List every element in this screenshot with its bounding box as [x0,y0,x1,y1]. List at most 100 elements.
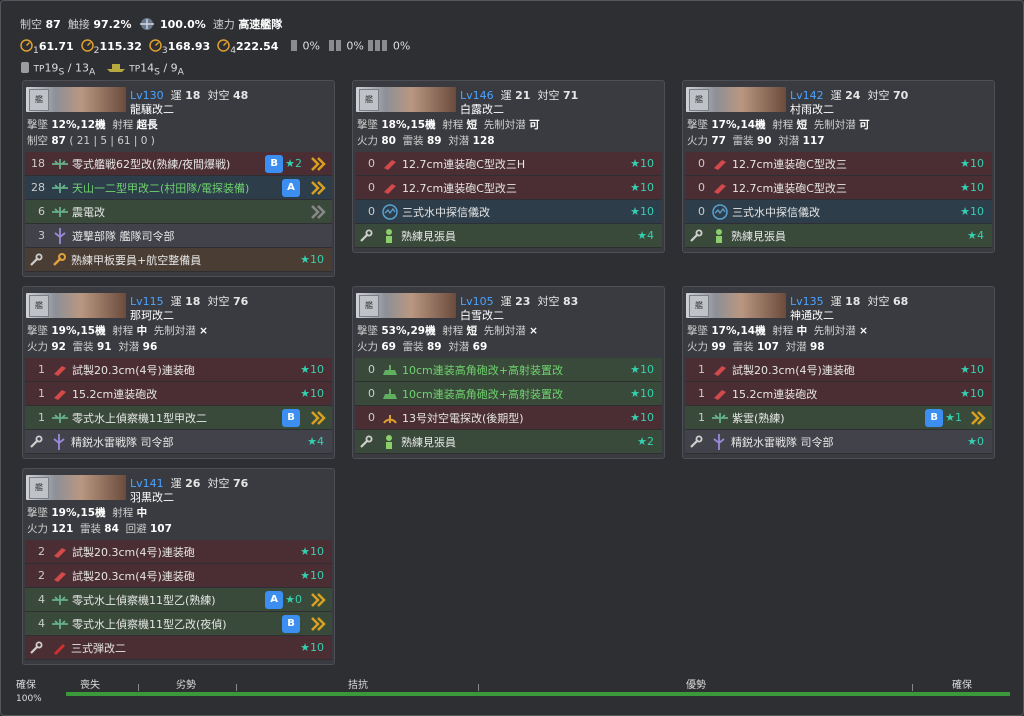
improvement-level: ★2 [637,435,654,448]
equipment-row[interactable]: 2 試製20.3cm(4号)連装砲 ★10 [25,540,332,564]
improvement-level: ★2 [285,157,302,170]
equipment-row[interactable]: 1 15.2cm連装砲改 ★10 [25,382,332,406]
equipment-row[interactable]: 1 零式水上偵察機11型甲改二 B [25,406,332,430]
equipment-row[interactable]: 3 遊撃部隊 艦隊司令部 [25,224,332,248]
tp-label-2: TP [129,64,141,75]
ship-luck: 26 [185,477,201,490]
equipment-name: 12.7cm連装砲C型改三 [732,157,847,171]
scale-left-label: 確保 [16,680,36,691]
ship-stat-row-2: 火力 80 雷装 89 対潜 128 [357,135,495,147]
los-item-1: 161.71 [20,38,74,56]
ship-card: 艦 Lv130 運 18 対空 48 龍驤改二 撃墜 12%,12機 射程 超長… [22,80,335,277]
ship-stat-row-2: 火力 121 雷装 84 回避 107 [27,523,172,535]
equipment-row[interactable]: 0 12.7cm連装砲C型改三H ★10 [355,152,662,176]
equipment-name: 熟練見張員 [401,435,456,449]
equipment-type-icon [51,543,69,561]
plane-skill-badge: B [925,408,944,427]
ship-class-icon: 艦 [689,89,709,111]
equipment-row[interactable]: 0 10cm連装高角砲改+高射装置改 ★10 [355,382,662,406]
scale-tick [478,684,479,691]
plane-skill-badge: B [265,154,284,173]
air-label: 制空 [20,18,42,31]
equipment-type-icon [51,179,69,197]
equipment-row[interactable]: 4 零式水上偵察機11型乙(熟練) A ★0 [25,588,332,612]
equipment-name: 13号対空電探改(後期型) [402,411,524,425]
ship-class-icon: 艦 [359,295,379,317]
improvement-level: ★4 [637,229,654,242]
improvement-level: ★10 [960,387,984,400]
proficiency-chevron-icon [970,410,986,426]
equipment-row[interactable]: 熟練甲板要員+航空整備員 ★10 [25,248,332,272]
equipment-row[interactable]: 18 零式艦戦62型改(熟練/夜間爆戦) B ★2 [25,152,332,176]
improvement-level: ★10 [630,205,654,218]
equipment-name: 10cm連装高角砲改+高射装置改 [402,363,563,377]
scale-label-parity: 拮抗 [348,680,368,691]
equipment-row[interactable]: 0 三式水中探信儀改 ★10 [355,200,662,224]
equipment-row[interactable]: 28 天山一二型甲改二(村田隊/電探装備) A [25,176,332,200]
equipment-row[interactable]: 4 零式水上偵察機11型乙改(夜偵) B [25,612,332,636]
reinforcement-slot-icon [357,227,375,245]
equipment-row[interactable]: 0 12.7cm連装砲C型改三 ★10 [355,176,662,200]
slot-count: 1 [698,363,705,376]
ship-luck: 24 [845,89,861,102]
equipment-type-icon [51,155,69,173]
improvement-level: ★0 [285,593,302,606]
equipment-row[interactable]: 1 試製20.3cm(4号)連装砲 ★10 [25,358,332,382]
equipment-row[interactable]: 三式弾改二 ★10 [25,636,332,660]
scale-tick [138,684,139,691]
equipment-name: 熟練見張員 [731,229,786,243]
equipment-row[interactable]: 0 13号対空電探改(後期型) ★10 [355,406,662,430]
equipment-row[interactable]: 精鋭水雷戦隊 司令部 ★0 [685,430,992,454]
equipment-type-icon [50,433,68,451]
improvement-level: ★10 [300,363,324,376]
scale-tick [912,684,913,691]
fuel-drum-triple-icon [367,38,389,55]
improvement-level: ★10 [630,411,654,424]
equipment-row[interactable]: 精鋭水雷戦隊 司令部 ★4 [25,430,332,454]
contact-label: 触接 [67,18,90,31]
equipment-type-icon [51,409,69,427]
equipment-row[interactable]: 0 12.7cm連装砲C型改三 ★10 [685,176,992,200]
equipment-row[interactable]: 熟練見張員 ★4 [355,224,662,248]
equipment-type-icon [711,361,729,379]
slot-count: 1 [38,387,45,400]
equipment-row[interactable]: 0 12.7cm連装砲C型改三 ★10 [685,152,992,176]
equipment-row[interactable]: 1 試製20.3cm(4号)連装砲 ★10 [685,358,992,382]
los-item-2: 2115.32 [80,38,142,56]
slot-count: 4 [38,617,45,630]
equipment-row[interactable]: 1 15.2cm連装砲改 ★10 [685,382,992,406]
equipment-name: 12.7cm連装砲C型改三 [402,181,517,195]
ship-banner: 艦 [356,293,456,318]
ship-card: 艦 Lv135 運 18 対空 68 神通改二 撃墜 17%,14機 射程 中 … [682,286,995,459]
slot-count: 2 [38,545,45,558]
slot-count: 0 [368,157,375,170]
equipment-row[interactable]: 1 紫雲(熟練) B ★1 [685,406,992,430]
equipment-row[interactable]: 熟練見張員 ★2 [355,430,662,454]
equipment-row[interactable]: 0 三式水中探信儀改 ★10 [685,200,992,224]
equipment-row[interactable]: 0 10cm連装高角砲改+高射装置改 ★10 [355,358,662,382]
slot-count: 0 [698,181,705,194]
ship-class-icon: 艦 [689,295,709,317]
scale-label-supremacy: 確保 [952,680,972,691]
improvement-level: ★10 [300,641,324,654]
slot-count: 4 [38,593,45,606]
equipment-row[interactable]: 6 震電改 [25,200,332,224]
scale-bar [66,692,1010,696]
equipment-type-icon [381,203,399,221]
equipment-row[interactable]: 2 試製20.3cm(4号)連装砲 ★10 [25,564,332,588]
los-item-4: 4222.54 [217,38,278,56]
equipment-type-icon [51,227,69,245]
equipment-row[interactable]: 熟練見張員 ★4 [685,224,992,248]
los-gauge-icon [217,38,230,55]
equipment-type-icon [380,227,398,245]
equipment-type-icon [50,639,68,657]
equipment-name: 12.7cm連装砲C型改三H [402,157,526,171]
equipment-name: 試製20.3cm(4号)連装砲 [72,569,195,583]
improvement-level: ★10 [960,363,984,376]
equipment-name: 震電改 [72,205,105,219]
los-item-3: 3168.93 [149,38,210,56]
slot-count: 0 [368,411,375,424]
ship-stat-row-1: 撃墜 53%,29機 射程 短 先制対潜 × [357,325,538,337]
recon-value: 100.0% [159,18,206,31]
reinforcement-slot-icon [687,433,705,451]
